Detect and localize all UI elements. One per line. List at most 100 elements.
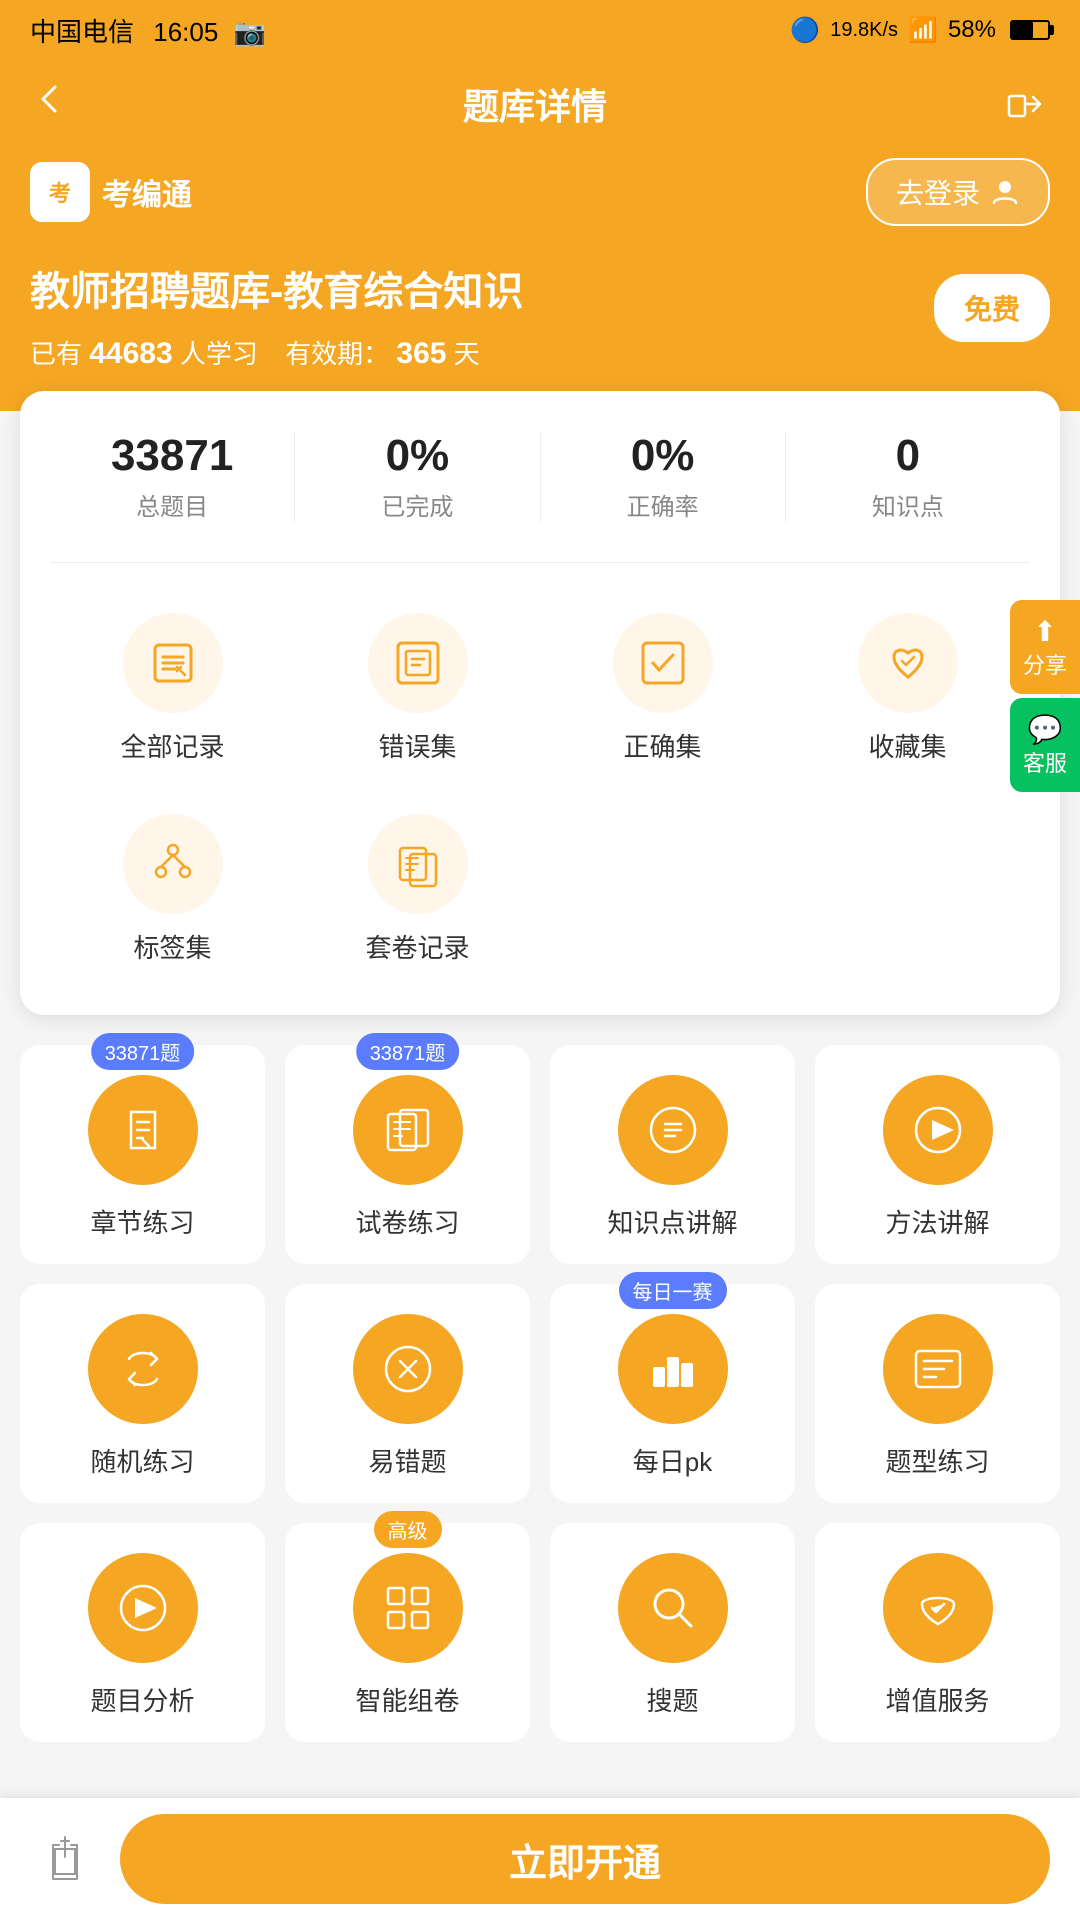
stats-card: 33871 总题目 0% 已完成 0% 正确率 0 知识点 <box>20 391 1060 1015</box>
all-records-icon <box>147 637 199 689</box>
func-favorite-set[interactable]: 收藏集 <box>785 593 1030 784</box>
func-tag-set-label: 标签集 <box>133 928 211 965</box>
stat-knowledge: 0 知识点 <box>786 431 1030 522</box>
share-button[interactable] <box>1000 79 1050 129</box>
main-content: 33871题 章节练习 33871题 试卷练习 <box>0 1015 1080 1742</box>
knowledge-label: 知识点讲解 <box>607 1203 737 1240</box>
mistakes-icon <box>353 1314 463 1424</box>
logo-icon: 考 <box>30 162 90 222</box>
practice-paper[interactable]: 33871题 试卷练习 <box>285 1045 530 1264</box>
daily-pk-label: 每日pk <box>633 1442 712 1479</box>
status-carrier-time: 中国电信 16:05 📷 <box>30 12 266 49</box>
analysis-label: 题目分析 <box>90 1681 194 1718</box>
correct-set-icon-wrap <box>613 613 713 713</box>
page-title: 题库详情 <box>463 78 607 130</box>
func-paper-record-label: 套卷记录 <box>365 928 469 965</box>
practice-daily-pk[interactable]: 每日一赛 每日pk <box>550 1284 795 1503</box>
stat-accuracy: 0% 正确率 <box>541 431 786 522</box>
func-grid: 全部记录 错误集 正确集 <box>50 593 1030 784</box>
func-all-records[interactable]: 全部记录 <box>50 593 295 784</box>
value-added-icon <box>883 1553 993 1663</box>
func-tag-set[interactable]: 标签集 <box>50 794 295 985</box>
battery-icon <box>1010 20 1050 40</box>
random-icon <box>88 1314 198 1424</box>
status-icons: 🔵 19.8K/s 📶 58% <box>790 16 1050 45</box>
paper-icon <box>353 1075 463 1185</box>
free-button[interactable]: 免费 <box>934 274 1050 342</box>
func-correct-set-label: 正确集 <box>623 727 701 764</box>
smart-paper-badge: 高级 <box>374 1511 442 1548</box>
practice-type[interactable]: 题型练习 <box>815 1284 1060 1503</box>
search-label: 搜题 <box>646 1681 698 1718</box>
correct-set-icon <box>637 637 689 689</box>
value-added-label: 增值服务 <box>885 1681 989 1718</box>
float-service-button[interactable]: 💬 客服 <box>1010 698 1080 792</box>
practice-knowledge[interactable]: 知识点讲解 <box>550 1045 795 1264</box>
func-grid-row2: 标签集 套卷记录 <box>50 784 1030 985</box>
cta-button[interactable]: 立即开通 <box>120 1814 1050 1904</box>
practice-grid-row2: 随机练习 易错题 每日一赛 每日pk <box>20 1284 1060 1503</box>
status-bar: 中国电信 16:05 📷 🔵 19.8K/s 📶 58% <box>0 0 1080 60</box>
float-share-button[interactable]: ⬆ 分享 <box>1010 600 1080 694</box>
practice-value-added[interactable]: 增值服务 <box>815 1523 1060 1742</box>
search-icon <box>618 1553 728 1663</box>
paper-label: 试卷练习 <box>355 1203 459 1240</box>
error-set-icon <box>392 637 444 689</box>
mistakes-label: 易错题 <box>368 1442 446 1479</box>
smart-paper-icon <box>353 1553 463 1663</box>
favorite-set-icon-wrap <box>858 613 958 713</box>
func-error-set[interactable]: 错误集 <box>295 593 540 784</box>
analysis-icon <box>88 1553 198 1663</box>
all-records-icon-wrap <box>123 613 223 713</box>
divider <box>50 562 1030 563</box>
practice-grid-row3: 题目分析 高级 智能组卷 搜题 <box>20 1523 1060 1742</box>
back-button[interactable] <box>30 79 70 129</box>
daily-pk-icon <box>618 1314 728 1424</box>
func-error-set-label: 错误集 <box>378 727 456 764</box>
practice-method[interactable]: 方法讲解 <box>815 1045 1060 1264</box>
type-label: 题型练习 <box>885 1442 989 1479</box>
brand-bar: 考 考编通 去登录 <box>0 148 1080 246</box>
func-correct-set[interactable]: 正确集 <box>540 593 785 784</box>
brand-name: 考编通 <box>102 170 192 214</box>
method-icon <box>883 1075 993 1185</box>
type-icon <box>883 1314 993 1424</box>
practice-random[interactable]: 随机练习 <box>20 1284 265 1503</box>
bottom-share-icon[interactable] <box>30 1824 100 1894</box>
method-label: 方法讲解 <box>885 1203 989 1240</box>
daily-pk-badge: 每日一赛 <box>619 1272 727 1309</box>
course-title: 教师招聘题库-教育综合知识 <box>30 266 523 318</box>
random-label: 随机练习 <box>90 1442 194 1479</box>
practice-analysis[interactable]: 题目分析 <box>20 1523 265 1742</box>
paper-record-icon <box>392 838 444 890</box>
practice-smart-paper[interactable]: 高级 智能组卷 <box>285 1523 530 1742</box>
float-right-buttons: ⬆ 分享 💬 客服 <box>1010 600 1080 792</box>
practice-grid-row1: 33871题 章节练习 33871题 试卷练习 <box>20 1045 1060 1264</box>
tag-set-icon-wrap <box>123 814 223 914</box>
brand-logo: 考 考编通 <box>30 162 192 222</box>
paper-badge: 33871题 <box>356 1033 460 1070</box>
nav-bar: 题库详情 <box>0 60 1080 148</box>
func-all-records-label: 全部记录 <box>120 727 224 764</box>
stats-row: 33871 总题目 0% 已完成 0% 正确率 0 知识点 <box>50 431 1030 522</box>
func-paper-record[interactable]: 套卷记录 <box>295 794 540 985</box>
smart-paper-label: 智能组卷 <box>355 1681 459 1718</box>
paper-record-icon-wrap <box>368 814 468 914</box>
knowledge-icon <box>618 1075 728 1185</box>
course-meta: 已有 44683 人学习 有效期： 365 天 <box>30 334 523 371</box>
header-title-block: 教师招聘题库-教育综合知识 已有 44683 人学习 有效期： 365 天 <box>30 266 523 371</box>
favorite-set-icon <box>882 637 934 689</box>
chapter-badge: 33871题 <box>91 1033 195 1070</box>
error-set-icon-wrap <box>368 613 468 713</box>
bottom-bar: 立即开通 <box>0 1798 1080 1920</box>
func-favorite-set-label: 收藏集 <box>868 727 946 764</box>
tag-set-icon <box>147 838 199 890</box>
login-button[interactable]: 去登录 <box>866 158 1050 226</box>
header-content: 教师招聘题库-教育综合知识 已有 44683 人学习 有效期： 365 天 免费 <box>0 246 1080 411</box>
practice-chapter[interactable]: 33871题 章节练习 <box>20 1045 265 1264</box>
stat-completed: 0% 已完成 <box>295 431 540 522</box>
chapter-label: 章节练习 <box>90 1203 194 1240</box>
practice-search[interactable]: 搜题 <box>550 1523 795 1742</box>
practice-mistakes[interactable]: 易错题 <box>285 1284 530 1503</box>
chapter-icon <box>88 1075 198 1185</box>
